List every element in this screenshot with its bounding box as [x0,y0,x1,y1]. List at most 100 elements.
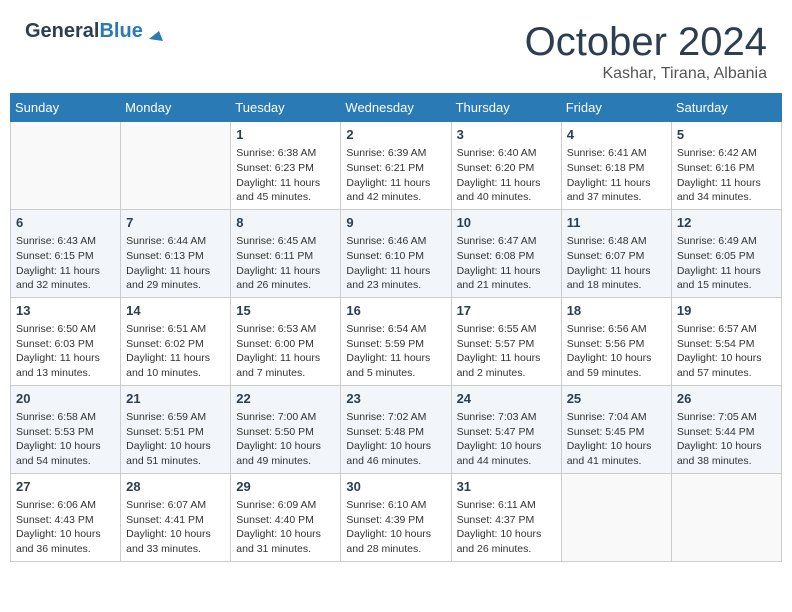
calendar-day [671,473,781,561]
calendar-day: 29Sunrise: 6:09 AMSunset: 4:40 PMDayligh… [231,473,341,561]
day-info: Sunrise: 6:48 AMSunset: 6:07 PMDaylight:… [567,234,666,293]
day-info: Sunrise: 6:55 AMSunset: 5:57 PMDaylight:… [457,322,556,381]
calendar-day: 31Sunrise: 6:11 AMSunset: 4:37 PMDayligh… [451,473,561,561]
day-number: 1 [236,126,335,144]
day-number: 7 [126,214,225,232]
calendar-day: 18 Sunrise: 6:56 AMSunset: 5:56 PMDayligh… [561,297,671,385]
calendar-day: 27 Sunrise: 6:06 AMSunset: 4:43 PMDayligh… [11,473,121,561]
day-number: 3 [457,126,556,144]
calendar-day [561,473,671,561]
calendar-table: SundayMondayTuesdayWednesdayThursdayFrid… [10,93,782,562]
day-info: Sunrise: 7:03 AMSunset: 5:47 PMDaylight:… [457,410,556,469]
day-number: 8 [236,214,335,232]
day-number: 10 [457,214,556,232]
day-number: 19 [677,302,776,320]
calendar-day: 22 Sunrise: 7:00 AMSunset: 5:50 PMDayligh… [231,385,341,473]
day-info: Sunrise: 6:39 AMSunset: 6:21 PMDaylight:… [346,146,445,205]
day-number: 22 [236,390,335,408]
calendar-day: 9 Sunrise: 6:46 AMSunset: 6:10 PMDaylight… [341,209,451,297]
weekday-thursday: Thursday [451,94,561,122]
day-info: Sunrise: 6:44 AMSunset: 6:13 PMDaylight:… [126,234,225,293]
calendar-day: 19 Sunrise: 6:57 AMSunset: 5:54 PMDayligh… [671,297,781,385]
day-number: 14 [126,302,225,320]
weekday-saturday: Saturday [671,94,781,122]
weekday-friday: Friday [561,94,671,122]
calendar-day: 25 Sunrise: 7:04 AMSunset: 5:45 PMDayligh… [561,385,671,473]
calendar-day: 16Sunrise: 6:54 AMSunset: 5:59 PMDayligh… [341,297,451,385]
day-info: Sunrise: 6:09 AMSunset: 4:40 PMDaylight:… [236,498,335,557]
calendar-day: 13Sunrise: 6:50 AMSunset: 6:03 PMDayligh… [11,297,121,385]
day-info: Sunrise: 6:43 AMSunset: 6:15 PMDaylight:… [16,234,115,293]
page-header: General Blue October 2024 Kashar, Tirana… [10,10,782,88]
month-title: October 2024 [525,20,767,65]
day-info: Sunrise: 6:53 AMSunset: 6:00 PMDaylight:… [236,322,335,381]
calendar-day: 11 Sunrise: 6:48 AMSunset: 6:07 PMDayligh… [561,209,671,297]
calendar-day: 1 Sunrise: 6:38 AMSunset: 6:23 PMDaylight… [231,122,341,210]
day-info: Sunrise: 6:38 AMSunset: 6:23 PMDaylight:… [236,146,335,205]
calendar-day: 15 Sunrise: 6:53 AMSunset: 6:00 PMDayligh… [231,297,341,385]
day-info: Sunrise: 6:54 AMSunset: 5:59 PMDaylight:… [346,322,445,381]
day-number: 20 [16,390,115,408]
title-block: October 2024 Kashar, Tirana, Albania [525,20,767,83]
day-info: Sunrise: 6:59 AMSunset: 5:51 PMDaylight:… [126,410,225,469]
day-number: 28 [126,478,225,496]
day-number: 30 [346,478,445,496]
calendar-day: 21Sunrise: 6:59 AMSunset: 5:51 PMDayligh… [121,385,231,473]
calendar-day: 7 Sunrise: 6:44 AMSunset: 6:13 PMDaylight… [121,209,231,297]
day-info: Sunrise: 6:51 AMSunset: 6:02 PMDaylight:… [126,322,225,381]
calendar-week-row: 13Sunrise: 6:50 AMSunset: 6:03 PMDayligh… [11,297,782,385]
calendar-day: 2 Sunrise: 6:39 AMSunset: 6:21 PMDaylight… [341,122,451,210]
day-number: 9 [346,214,445,232]
day-number: 31 [457,478,556,496]
logo-general-text: General [25,20,99,43]
day-info: Sunrise: 6:06 AMSunset: 4:43 PMDaylight:… [16,498,115,557]
calendar-week-row: 1 Sunrise: 6:38 AMSunset: 6:23 PMDaylight… [11,122,782,210]
day-info: Sunrise: 7:02 AMSunset: 5:48 PMDaylight:… [346,410,445,469]
calendar-day: 30 Sunrise: 6:10 AMSunset: 4:39 PMDayligh… [341,473,451,561]
day-info: Sunrise: 6:58 AMSunset: 5:53 PMDaylight:… [16,410,115,469]
day-info: Sunrise: 6:41 AMSunset: 6:18 PMDaylight:… [567,146,666,205]
weekday-wednesday: Wednesday [341,94,451,122]
day-info: Sunrise: 7:00 AMSunset: 5:50 PMDaylight:… [236,410,335,469]
day-info: Sunrise: 6:47 AMSunset: 6:08 PMDaylight:… [457,234,556,293]
logo-blue-text: Blue [99,20,162,43]
day-info: Sunrise: 6:50 AMSunset: 6:03 PMDaylight:… [16,322,115,381]
day-info: Sunrise: 7:05 AMSunset: 5:44 PMDaylight:… [677,410,776,469]
calendar-day: 5Sunrise: 6:42 AMSunset: 6:16 PMDaylight… [671,122,781,210]
day-info: Sunrise: 6:46 AMSunset: 6:10 PMDaylight:… [346,234,445,293]
logo: General Blue [25,20,163,43]
day-number: 17 [457,302,556,320]
day-number: 15 [236,302,335,320]
calendar-day: 14 Sunrise: 6:51 AMSunset: 6:02 PMDayligh… [121,297,231,385]
day-info: Sunrise: 6:07 AMSunset: 4:41 PMDaylight:… [126,498,225,557]
day-info: Sunrise: 6:10 AMSunset: 4:39 PMDaylight:… [346,498,445,557]
calendar-day: 6 Sunrise: 6:43 AMSunset: 6:15 PMDaylight… [11,209,121,297]
calendar-day: 3Sunrise: 6:40 AMSunset: 6:20 PMDaylight… [451,122,561,210]
day-info: Sunrise: 7:04 AMSunset: 5:45 PMDaylight:… [567,410,666,469]
day-number: 25 [567,390,666,408]
day-number: 27 [16,478,115,496]
calendar-day: 17 Sunrise: 6:55 AMSunset: 5:57 PMDayligh… [451,297,561,385]
weekday-header-row: SundayMondayTuesdayWednesdayThursdayFrid… [11,94,782,122]
day-info: Sunrise: 6:56 AMSunset: 5:56 PMDaylight:… [567,322,666,381]
calendar-day: 4 Sunrise: 6:41 AMSunset: 6:18 PMDaylight… [561,122,671,210]
day-number: 5 [677,126,776,144]
calendar-day [11,122,121,210]
day-number: 24 [457,390,556,408]
day-number: 4 [567,126,666,144]
calendar-week-row: 6 Sunrise: 6:43 AMSunset: 6:15 PMDaylight… [11,209,782,297]
weekday-sunday: Sunday [11,94,121,122]
calendar-day: 8 Sunrise: 6:45 AMSunset: 6:11 PMDaylight… [231,209,341,297]
calendar-day: 28 Sunrise: 6:07 AMSunset: 4:41 PMDayligh… [121,473,231,561]
calendar-day: 12Sunrise: 6:49 AMSunset: 6:05 PMDayligh… [671,209,781,297]
weekday-tuesday: Tuesday [231,94,341,122]
location-title: Kashar, Tirana, Albania [525,65,767,83]
day-number: 2 [346,126,445,144]
day-info: Sunrise: 6:57 AMSunset: 5:54 PMDaylight:… [677,322,776,381]
day-number: 6 [16,214,115,232]
day-number: 23 [346,390,445,408]
calendar-day: 23 Sunrise: 7:02 AMSunset: 5:48 PMDayligh… [341,385,451,473]
day-number: 18 [567,302,666,320]
day-info: Sunrise: 6:45 AMSunset: 6:11 PMDaylight:… [236,234,335,293]
day-number: 11 [567,214,666,232]
